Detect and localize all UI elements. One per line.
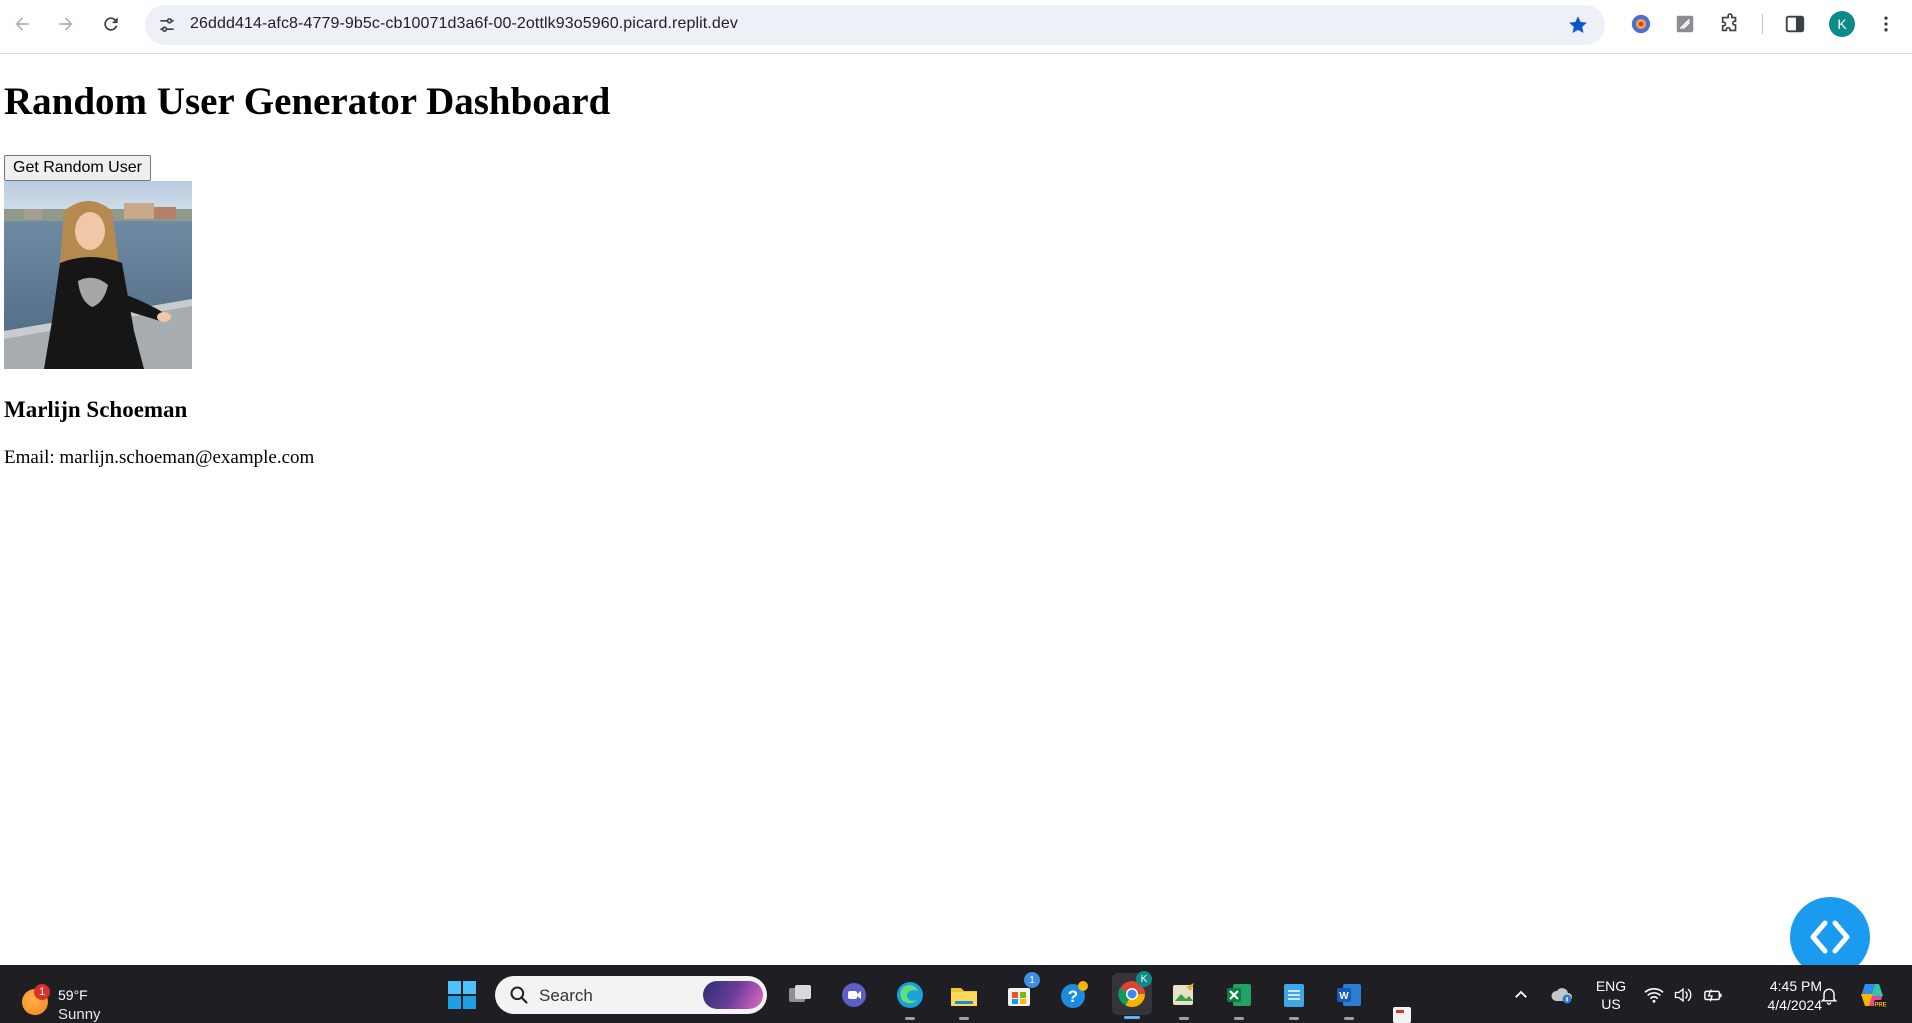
address-bar[interactable]: 26ddd414-afc8-4779-9b5c-cb10071d3a6f-00-… <box>145 5 1605 45</box>
start-button[interactable] <box>445 978 479 1012</box>
url-text[interactable]: 26ddd414-afc8-4779-9b5c-cb10071d3a6f-00-… <box>190 15 738 33</box>
pdf-app-icon[interactable] <box>1385 1005 1419 1023</box>
running-indicator <box>959 1017 969 1020</box>
clock-date: 4/4/2024 <box>1767 997 1823 1013</box>
file-explorer-icon[interactable] <box>947 978 981 1020</box>
clock[interactable]: 4:45 PM 4/4/2024 <box>1742 977 1823 1015</box>
profile-avatar[interactable]: K <box>1829 11 1855 37</box>
side-panel-icon[interactable] <box>1782 11 1808 37</box>
browser-toolbar: 26ddd414-afc8-4779-9b5c-cb10071d3a6f-00-… <box>0 0 1912 54</box>
search-icon <box>510 986 528 1004</box>
extension-shield-icon[interactable] <box>1628 11 1654 37</box>
volume-icon[interactable] <box>1670 978 1696 1012</box>
search-label: Search <box>539 986 593 1005</box>
store-badge: 1 <box>1024 972 1040 988</box>
notifications-bell-icon[interactable] <box>1812 978 1846 1012</box>
weather-condition: Sunny <box>58 1006 101 1023</box>
notepad-icon[interactable] <box>1277 978 1311 1020</box>
weather-widget[interactable]: 1 59°F Sunny <box>20 975 120 1023</box>
running-indicator <box>1179 1017 1189 1020</box>
svg-text:W: W <box>1339 991 1349 1002</box>
toolbar-divider <box>1762 14 1763 34</box>
onedrive-cloud-icon[interactable] <box>1545 978 1579 1012</box>
windows-logo-icon <box>448 981 476 1009</box>
running-indicator <box>1124 1016 1140 1019</box>
page-title: Random User Generator Dashboard <box>4 80 611 123</box>
chrome-profile-badge: K <box>1136 971 1152 987</box>
reload-icon <box>104 17 118 31</box>
browser-menu-icon[interactable] <box>1873 11 1899 37</box>
taskbar-search[interactable]: Search <box>495 976 767 1014</box>
help-icon[interactable]: ? <box>1057 978 1091 1012</box>
chrome-browser-icon[interactable]: K <box>1112 971 1152 1019</box>
page-content: Random User Generator Dashboard Get Rand… <box>0 55 1912 977</box>
language-indicator[interactable]: ENG US <box>1590 977 1632 1013</box>
running-indicator <box>905 1017 915 1020</box>
running-indicator <box>1234 1017 1244 1020</box>
arrow-left-icon <box>15 17 29 31</box>
task-view-icon[interactable] <box>783 978 817 1012</box>
keyboard-region: US <box>1601 996 1621 1012</box>
get-random-user-button[interactable]: Get Random User <box>4 155 151 181</box>
image-editor-icon[interactable] <box>1167 978 1201 1020</box>
user-email: Email: marlijn.schoeman@example.com <box>4 447 315 468</box>
wifi-icon[interactable] <box>1640 978 1668 1012</box>
svg-text:?: ? <box>1068 987 1078 1006</box>
clock-time: 4:45 PM <box>1769 978 1822 994</box>
excel-icon[interactable] <box>1222 978 1256 1020</box>
battery-icon[interactable] <box>1700 978 1726 1012</box>
teams-chat-icon[interactable] <box>837 978 871 1012</box>
weather-badge: 1 <box>34 984 50 1000</box>
user-photo <box>4 181 192 369</box>
reload-button[interactable] <box>95 8 127 40</box>
running-indicator <box>1289 1017 1299 1020</box>
arrow-right-icon <box>59 17 73 31</box>
microsoft-store-icon[interactable]: 1 <box>1002 972 1040 1012</box>
site-info-icon[interactable] <box>155 13 179 37</box>
windows-taskbar: 1 59°F Sunny Search 1 ? K W ENG US 4:45 … <box>0 965 1912 1023</box>
user-name: Marlijn Schoeman <box>4 397 188 422</box>
bookmark-star-icon[interactable] <box>1567 14 1589 36</box>
edge-browser-icon[interactable] <box>893 978 927 1020</box>
extensions-puzzle-icon[interactable] <box>1717 11 1743 37</box>
extension-page-icon[interactable] <box>1672 11 1698 37</box>
code-brackets-icon <box>1810 920 1850 954</box>
copilot-icon[interactable]: PRE <box>1855 978 1889 1012</box>
svg-text:PRE: PRE <box>1874 1003 1886 1009</box>
search-highlight-image <box>703 981 763 1009</box>
word-icon[interactable]: W <box>1332 978 1366 1020</box>
forward-button[interactable] <box>50 8 82 40</box>
show-hidden-icons-chevron-icon[interactable] <box>1504 978 1538 1012</box>
back-button[interactable] <box>6 8 38 40</box>
language-code: ENG <box>1595 978 1627 994</box>
running-indicator <box>1344 1017 1354 1020</box>
weather-temp: 59°F <box>58 987 88 1003</box>
